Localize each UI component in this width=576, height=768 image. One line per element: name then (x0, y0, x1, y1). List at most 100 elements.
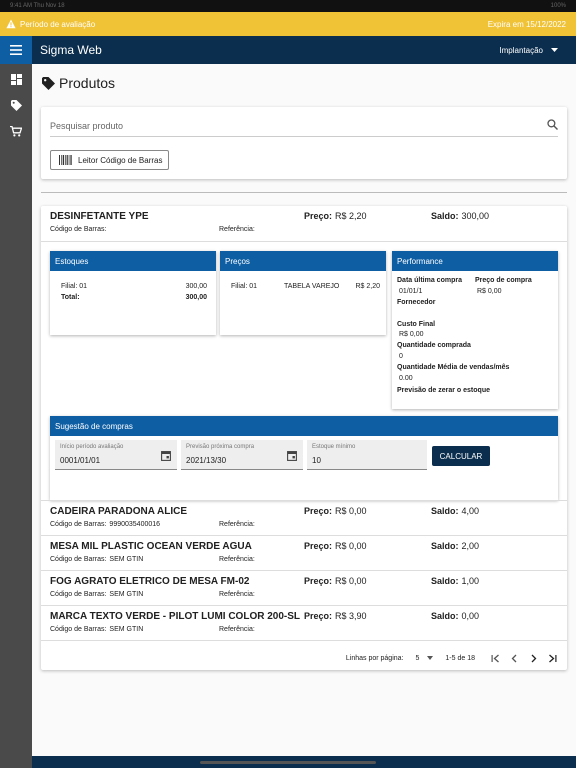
product-row-desinfetante[interactable]: DESINFETANTE YPE Código de Barras: Refer… (41, 206, 567, 241)
dropdown-arrow-icon (427, 656, 434, 660)
avg-sales-value: 0.00 (399, 375, 413, 382)
product-row-mesa[interactable]: MESA MIL PLASTIC OCEAN VERDE AGUA Código… (41, 536, 567, 571)
product-name: FOG AGRATO ELETRICO DE MESA FM-02 (50, 576, 250, 587)
reference-label: Referência: (219, 521, 255, 528)
barcode-button-label: Leitor Código de Barras (78, 155, 163, 165)
next-purchase-field[interactable]: Previsão próxima compra 2021/13/30 (181, 440, 303, 470)
product-name: MESA MIL PLASTIC OCEAN VERDE AGUA (50, 541, 252, 552)
mode-selector[interactable]: Implantação (499, 46, 558, 55)
min-stock-label: Estoque mínimo (312, 444, 356, 450)
search-icon[interactable] (547, 119, 558, 130)
calendar-icon[interactable] (287, 450, 297, 461)
price-value: R$ 0,00 (335, 541, 367, 551)
stock-panel: Estoques Filial: 01 300,00 Total: 300,00 (50, 251, 216, 335)
prices-panel: Preços Filial: 01 TABELA VAREJO R$ 2,20 (220, 251, 386, 335)
purchase-suggestion-title: Sugestão de compras (50, 416, 558, 436)
next-purchase-value: 2021/13/30 (186, 456, 227, 465)
price-value: R$ 3,90 (335, 611, 367, 621)
prices-panel-title: Preços (220, 251, 386, 271)
trial-label: Período de avaliação (20, 19, 96, 29)
stock-branch-value: 300,00 (185, 283, 207, 290)
stock-panel-title: Estoques (50, 251, 216, 271)
stock-value: 2,00 (461, 541, 480, 551)
performance-panel: Performance Data última compra 01/01/1 P… (392, 251, 558, 409)
final-cost-value: R$ 0,00 (399, 331, 424, 338)
evaluation-start-field[interactable]: Início período avaliação 0001/01/01 (55, 440, 177, 470)
last-page-icon[interactable] (548, 654, 557, 663)
trial-banner: Período de avaliação Expira em 15/12/202… (0, 12, 576, 36)
product-details: Estoques Filial: 01 300,00 Total: 300,00… (41, 241, 567, 500)
final-cost-label: Custo Final (397, 321, 436, 328)
search-input[interactable]: Pesquisar produto (50, 115, 558, 137)
hamburger-icon (10, 45, 22, 55)
last-purchase-value: 01/01/1 (399, 288, 423, 295)
min-stock-value: 10 (312, 456, 321, 465)
previous-page-icon[interactable] (510, 654, 519, 663)
calculate-button[interactable]: CALCULAR (432, 446, 490, 466)
reference-label: Referência: (219, 556, 255, 563)
price-label: Preço: (304, 506, 333, 516)
next-purchase-label: Previsão próxima compra (186, 444, 255, 450)
barcode-label: Código de Barras: (50, 626, 107, 633)
barcode-value: SEM GTIN (109, 556, 144, 563)
stock-value: 1,00 (461, 576, 480, 586)
app-title: Sigma Web (40, 43, 102, 57)
rows-per-page-label: Linhas por página: (345, 654, 404, 662)
barcode-label: Código de Barras: (50, 226, 107, 233)
barcode-label: Código de Barras: (50, 521, 107, 528)
rail-products[interactable] (0, 98, 32, 112)
stock-value: 4,00 (461, 506, 480, 516)
product-row-fog[interactable]: FOG AGRATO ELETRICO DE MESA FM-02 Código… (41, 571, 567, 606)
stock-value: 300,00 (461, 211, 490, 221)
product-row-cadeira[interactable]: CADEIRA PARADONA ALICE Código de Barras:… (41, 501, 567, 536)
price-label: Preço: (304, 576, 333, 586)
first-page-icon[interactable] (491, 654, 500, 663)
barcode-reader-button[interactable]: Leitor Código de Barras (50, 150, 169, 170)
stock-total-value: 300,00 (185, 294, 207, 301)
calendar-icon[interactable] (161, 450, 171, 461)
supplier-label: Fornecedor (397, 299, 436, 306)
price-value: R$ 0,00 (335, 576, 367, 586)
product-list-card: DESINFETANTE YPE Código de Barras: Refer… (41, 206, 567, 670)
status-time: 9:41 AM Thu Nov 18 (10, 3, 65, 9)
product-name: MARCA TEXTO VERDE - PILOT LUMI COLOR 200… (50, 611, 301, 622)
menu-button[interactable] (0, 36, 32, 64)
mode-label: Implantação (499, 45, 543, 55)
divider (41, 192, 567, 193)
tag-icon (10, 99, 22, 111)
purchase-suggestion-panel: Sugestão de compras Início período avali… (50, 416, 558, 500)
cart-icon (10, 125, 22, 136)
tag-icon (42, 76, 55, 90)
qty-purchased-value: 0 (399, 353, 403, 360)
stock-label: Saldo: (431, 211, 459, 221)
evaluation-start-value: 0001/01/01 (60, 456, 101, 465)
price-value: R$ 2,20 (335, 211, 367, 221)
barcode-value: SEM GTIN (109, 626, 144, 633)
product-row-marca-texto[interactable]: MARCA TEXTO VERDE - PILOT LUMI COLOR 200… (41, 606, 567, 641)
price-label: Preço: (304, 211, 333, 221)
stock-value: 0,00 (461, 611, 480, 621)
next-page-icon[interactable] (529, 654, 538, 663)
rail-dashboard[interactable] (0, 72, 32, 86)
search-card: Pesquisar produto Leitor Código de Barra… (41, 107, 567, 179)
trial-expiry: Expira em 15/12/2022 (487, 19, 566, 29)
stock-label: Saldo: (431, 541, 459, 551)
product-name: DESINFETANTE YPE (50, 211, 149, 222)
rows-per-page-select[interactable]: 5 (416, 655, 434, 662)
price-label: Preço: (304, 611, 333, 621)
stockout-forecast-label: Previsão de zerar o estoque (397, 387, 490, 394)
warning-icon (6, 19, 16, 29)
min-stock-field[interactable]: Estoque mínimo 10 (307, 440, 427, 470)
avg-sales-label: Quantidade Média de vendas/mês (397, 364, 510, 371)
barcode-label: Código de Barras: (50, 556, 107, 563)
page-title-text: Produtos (59, 75, 116, 91)
side-rail (0, 64, 32, 768)
dropdown-arrow-icon (551, 48, 558, 52)
reference-label: Referência: (219, 626, 255, 633)
price-label: Preço: (304, 541, 333, 551)
rail-cart[interactable] (0, 124, 32, 138)
dashboard-icon (10, 73, 22, 85)
barcode-value: 9990035400016 (109, 521, 161, 528)
price-table-value: R$ 2,20 (355, 283, 380, 290)
reference-label: Referência: (219, 591, 255, 598)
